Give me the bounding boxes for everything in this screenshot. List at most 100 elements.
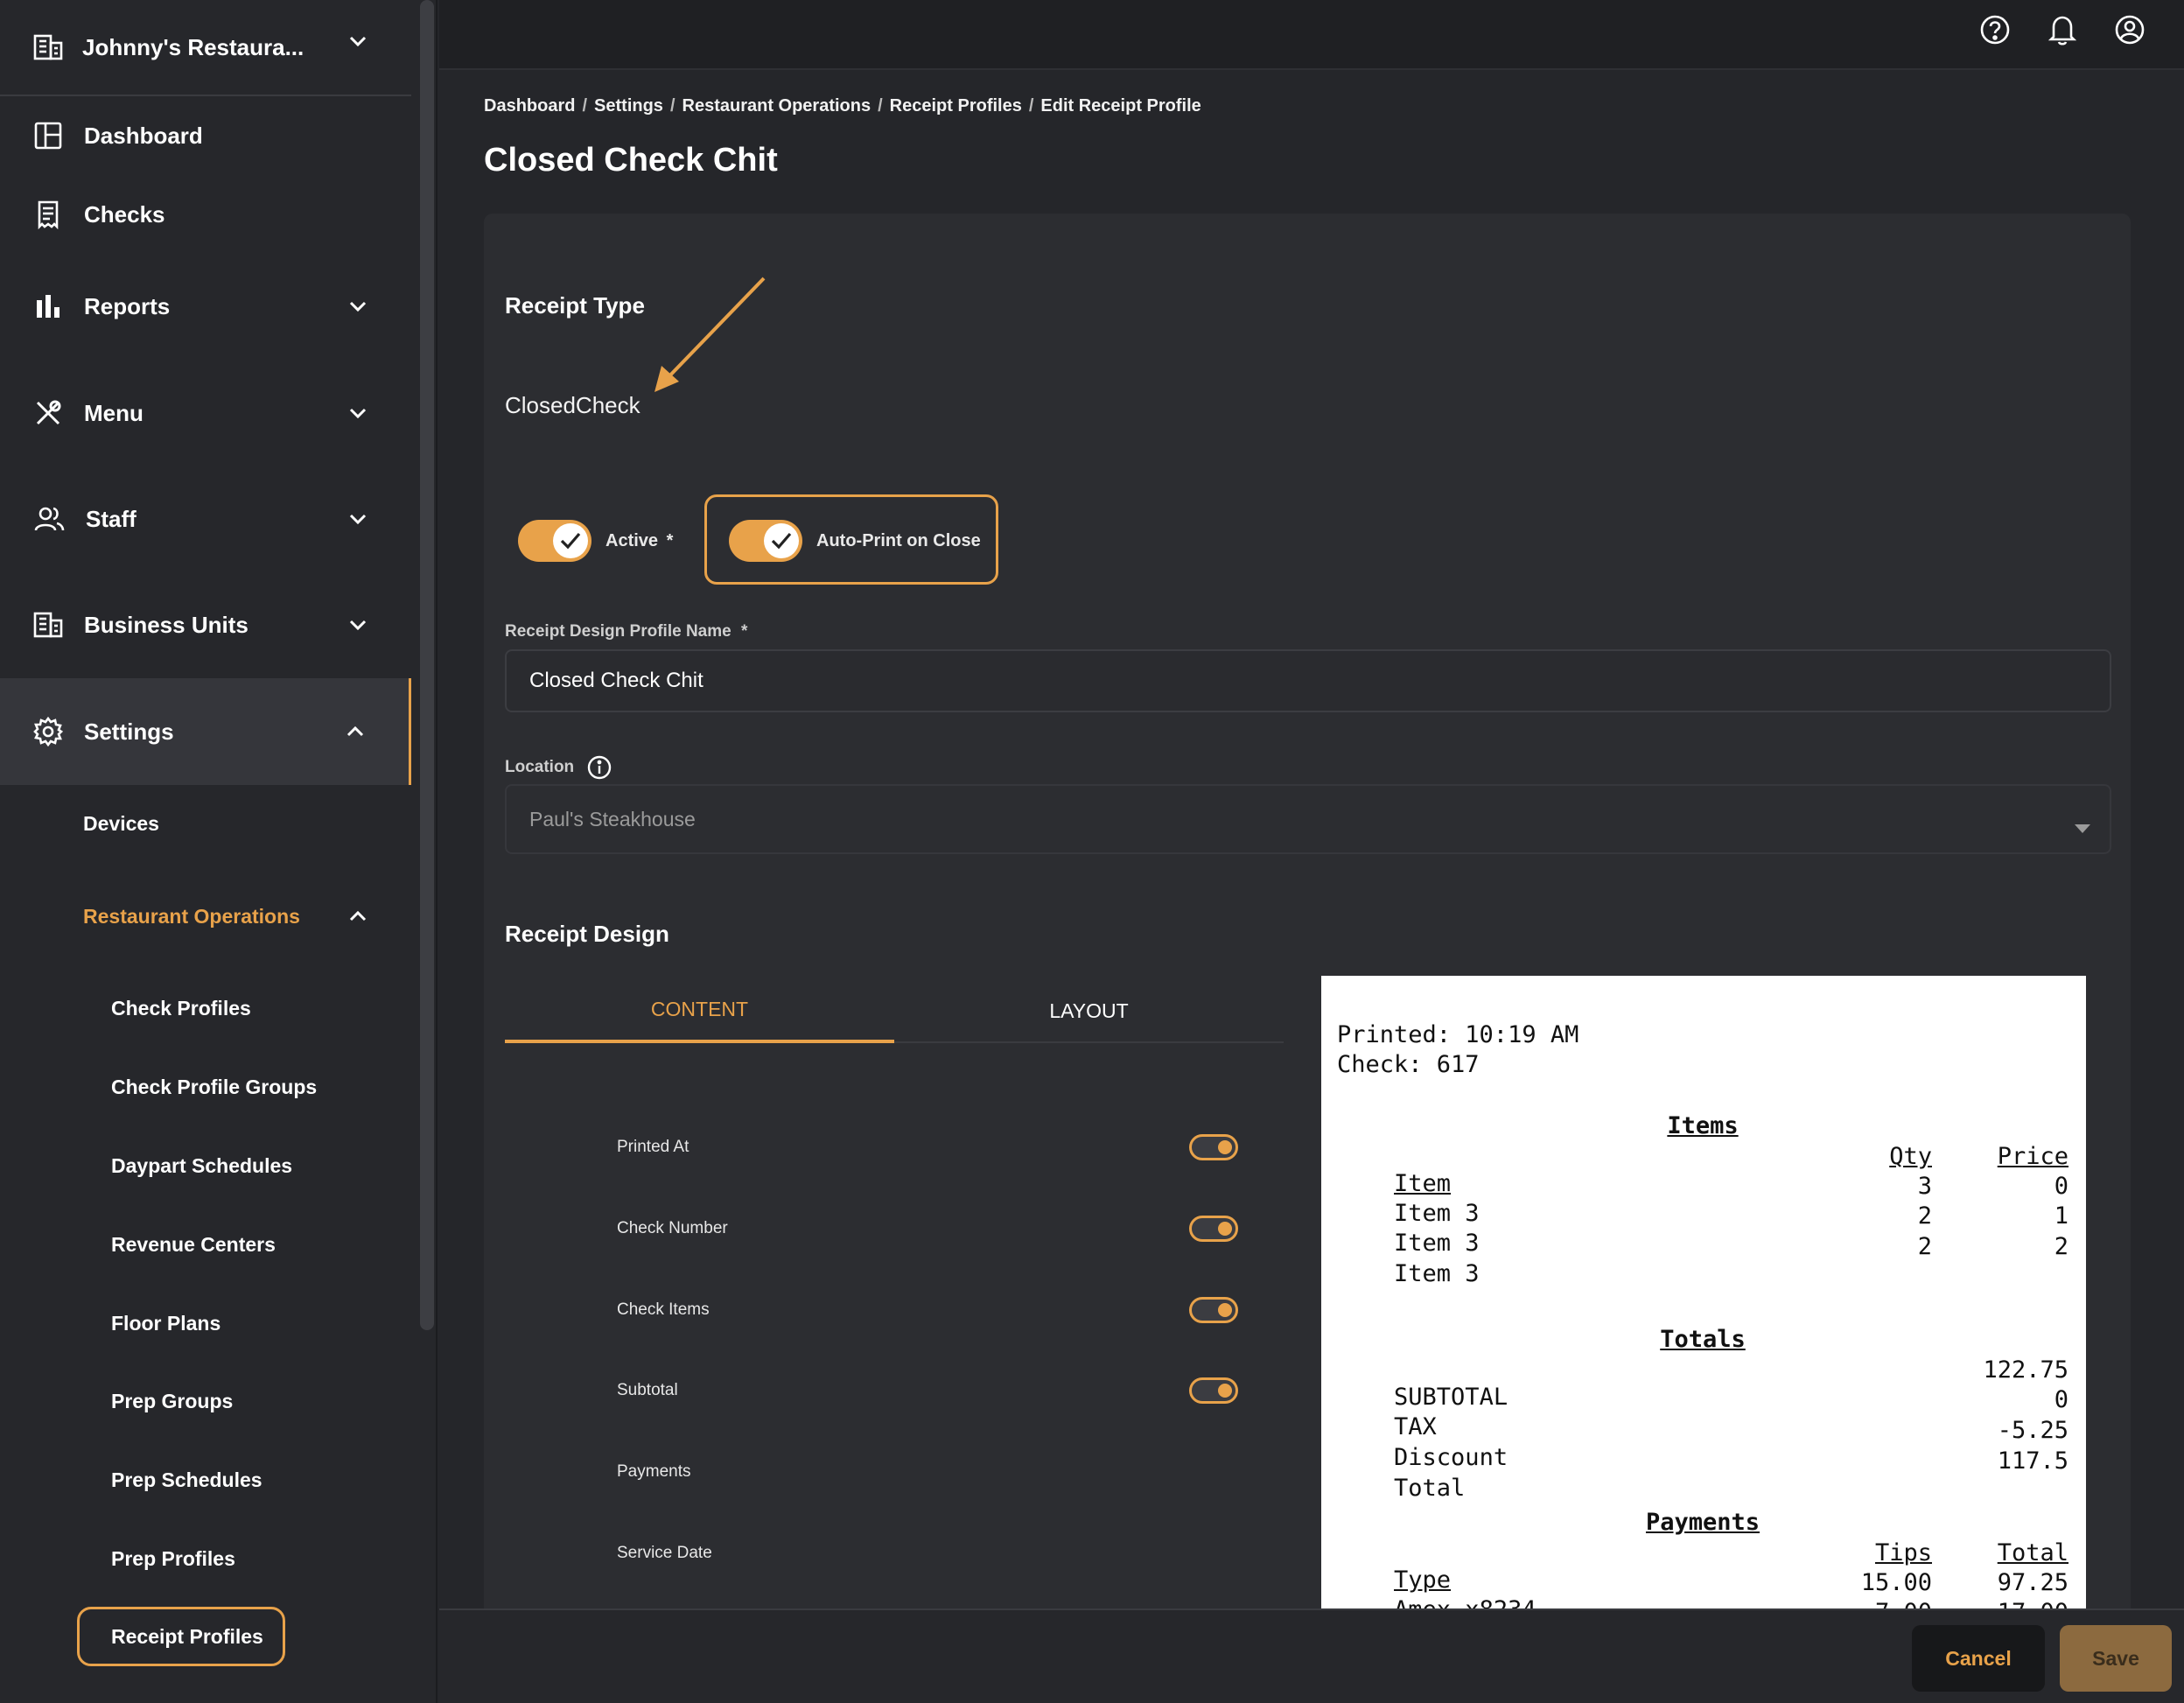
active-toggle[interactable] <box>518 520 592 562</box>
receipt-preview: Printed: 10:19 AM Check: 617 Items Item … <box>1321 976 2086 1610</box>
sidebar-item-label: Staff <box>86 505 136 532</box>
bar-chart-icon <box>33 291 63 321</box>
active-label: Active * <box>606 531 674 550</box>
sidebar-item-reports[interactable]: Reports <box>0 267 411 346</box>
tab-layout[interactable]: LAYOUT <box>894 978 1284 1043</box>
chevron-down-icon <box>348 407 368 419</box>
sidebar-item-daypart-schedules[interactable]: Daypart Schedules <box>0 1139 411 1192</box>
sidebar-item-prep-groups[interactable]: Prep Groups <box>0 1375 411 1427</box>
option-check-number: Check Number <box>617 1212 1238 1247</box>
org-name: Johnny's Restaura... <box>82 33 304 60</box>
sidebar-item-dashboard[interactable]: Dashboard <box>0 96 411 175</box>
location-label: Location <box>505 758 575 776</box>
sidebar-item-label: Settings <box>84 718 174 745</box>
gear-icon <box>33 717 63 746</box>
check-icon <box>764 523 799 558</box>
sidebar-scrollbar[interactable] <box>420 0 434 1330</box>
top-bar <box>439 0 2184 70</box>
receipt-item-row: Item 3 2 1 <box>1394 1202 2068 1257</box>
breadcrumb-receipt-profiles[interactable]: Receipt Profiles <box>890 96 1022 116</box>
sidebar-item-label: Restaurant Operations <box>83 904 300 928</box>
info-icon[interactable] <box>586 754 612 785</box>
chevron-down-icon <box>348 619 368 631</box>
autoprint-toggle[interactable] <box>729 520 802 562</box>
sidebar-item-check-profiles[interactable]: Check Profiles <box>0 982 411 1034</box>
receipt-item-row: Item 3 3 0 <box>1394 1173 2068 1227</box>
receipt-total-row: Discount -5.25 <box>1394 1417 2068 1471</box>
required-mark: * <box>666 531 674 550</box>
building-icon <box>33 34 63 60</box>
profile-name-input[interactable]: Closed Check Chit <box>505 649 2111 712</box>
utensils-icon <box>33 398 63 428</box>
receipt-item-row: Item 3 2 2 <box>1394 1233 2068 1287</box>
location-value: Paul's Steakhouse <box>529 807 696 830</box>
option-check-items: Check Items <box>617 1293 1238 1328</box>
sidebar-item-floor-plans[interactable]: Floor Plans <box>0 1297 411 1349</box>
printed-at-toggle[interactable] <box>1189 1134 1238 1160</box>
receipt-total-row: TAX 0 <box>1394 1386 2068 1440</box>
sidebar-item-check-profile-groups[interactable]: Check Profile Groups <box>0 1061 411 1113</box>
receipt-icon <box>33 200 63 229</box>
breadcrumb: Dashboard / Settings / Restaurant Operations… <box>484 96 1201 116</box>
chevron-down-icon <box>348 300 368 312</box>
tab-content[interactable]: CONTENT <box>505 978 894 1043</box>
receipt-printed: Printed: 10:19 AM <box>1337 1021 1579 1048</box>
receipt-items-title: Items <box>1667 1112 1739 1139</box>
sidebar: Johnny's Restaura... Dashboard Checks Re… <box>0 0 438 1703</box>
sidebar-item-checks[interactable]: Checks <box>0 175 411 254</box>
option-label: Payments <box>617 1462 691 1481</box>
sidebar-item-staff[interactable]: Staff <box>0 480 411 558</box>
breadcrumb-settings[interactable]: Settings <box>594 96 663 116</box>
receipt-totals-title: Totals <box>1660 1326 1746 1353</box>
check-icon <box>553 523 588 558</box>
chevron-down-icon <box>348 513 368 525</box>
sidebar-item-prep-schedules[interactable]: Prep Schedules <box>0 1454 411 1506</box>
save-button[interactable]: Save <box>2060 1625 2172 1692</box>
option-label: Check Items <box>617 1300 710 1319</box>
annotation-arrow-icon <box>654 277 766 392</box>
cancel-button[interactable]: Cancel <box>1912 1625 2045 1692</box>
option-subtotal: Subtotal <box>617 1374 1238 1409</box>
breadcrumb-restaurant-operations[interactable]: Restaurant Operations <box>682 96 872 116</box>
building-icon <box>33 612 63 638</box>
receipt-payments-header: Type Tips Total <box>1394 1539 2068 1594</box>
sidebar-item-business-units[interactable]: Business Units <box>0 585 411 664</box>
location-select[interactable]: Paul's Steakhouse <box>505 784 2111 854</box>
dashboard-icon <box>33 121 63 151</box>
users-icon <box>33 504 65 534</box>
sidebar-item-label: Business Units <box>84 611 248 638</box>
check-number-toggle[interactable] <box>1189 1216 1238 1242</box>
autoprint-label: Auto-Print on Close <box>816 531 981 550</box>
profile-name-label: Receipt Design Profile Name * <box>505 622 748 641</box>
org-switcher[interactable]: Johnny's Restaura... <box>0 0 411 96</box>
chevron-up-icon <box>348 910 368 922</box>
page-title: Closed Check Chit <box>484 142 778 179</box>
option-printed-at: Printed At <box>617 1131 1238 1166</box>
sidebar-item-receipt-profiles[interactable]: Receipt Profiles <box>0 1610 411 1663</box>
chevron-down-icon[interactable] <box>348 35 368 47</box>
sidebar-item-prep-profiles[interactable]: Prep Profiles <box>0 1532 411 1585</box>
subtotal-toggle[interactable] <box>1189 1377 1238 1404</box>
sidebar-item-label: Reports <box>84 292 171 319</box>
help-icon[interactable] <box>1979 14 2011 50</box>
sidebar-item-settings[interactable]: Settings <box>0 678 411 785</box>
option-label: Check Number <box>617 1219 728 1237</box>
receipt-payment-row: Amex x8234 15.00 97.25 <box>1394 1569 2068 1610</box>
check-items-toggle[interactable] <box>1189 1297 1238 1323</box>
sidebar-item-revenue-centers[interactable]: Revenue Centers <box>0 1218 411 1271</box>
sidebar-item-restaurant-operations[interactable]: Restaurant Operations <box>0 890 411 943</box>
breadcrumb-dashboard[interactable]: Dashboard <box>484 96 575 116</box>
option-label: Printed At <box>617 1138 690 1156</box>
option-label: Service Date <box>617 1544 712 1562</box>
option-label: Subtotal <box>617 1381 678 1399</box>
bell-icon[interactable] <box>2048 14 2077 50</box>
account-icon[interactable] <box>2114 14 2146 50</box>
sidebar-item-devices[interactable]: Devices <box>0 797 411 850</box>
receipt-total-row: Total 117.5 <box>1394 1447 2068 1502</box>
receipt-payments-title: Payments <box>1645 1509 1760 1536</box>
receipt-type-value: ClosedCheck <box>505 392 640 418</box>
receipt-design-title: Receipt Design <box>505 921 669 947</box>
dropdown-caret-icon <box>2075 815 2090 838</box>
option-payments: Payments <box>617 1455 1238 1490</box>
sidebar-item-menu[interactable]: Menu <box>0 374 411 452</box>
